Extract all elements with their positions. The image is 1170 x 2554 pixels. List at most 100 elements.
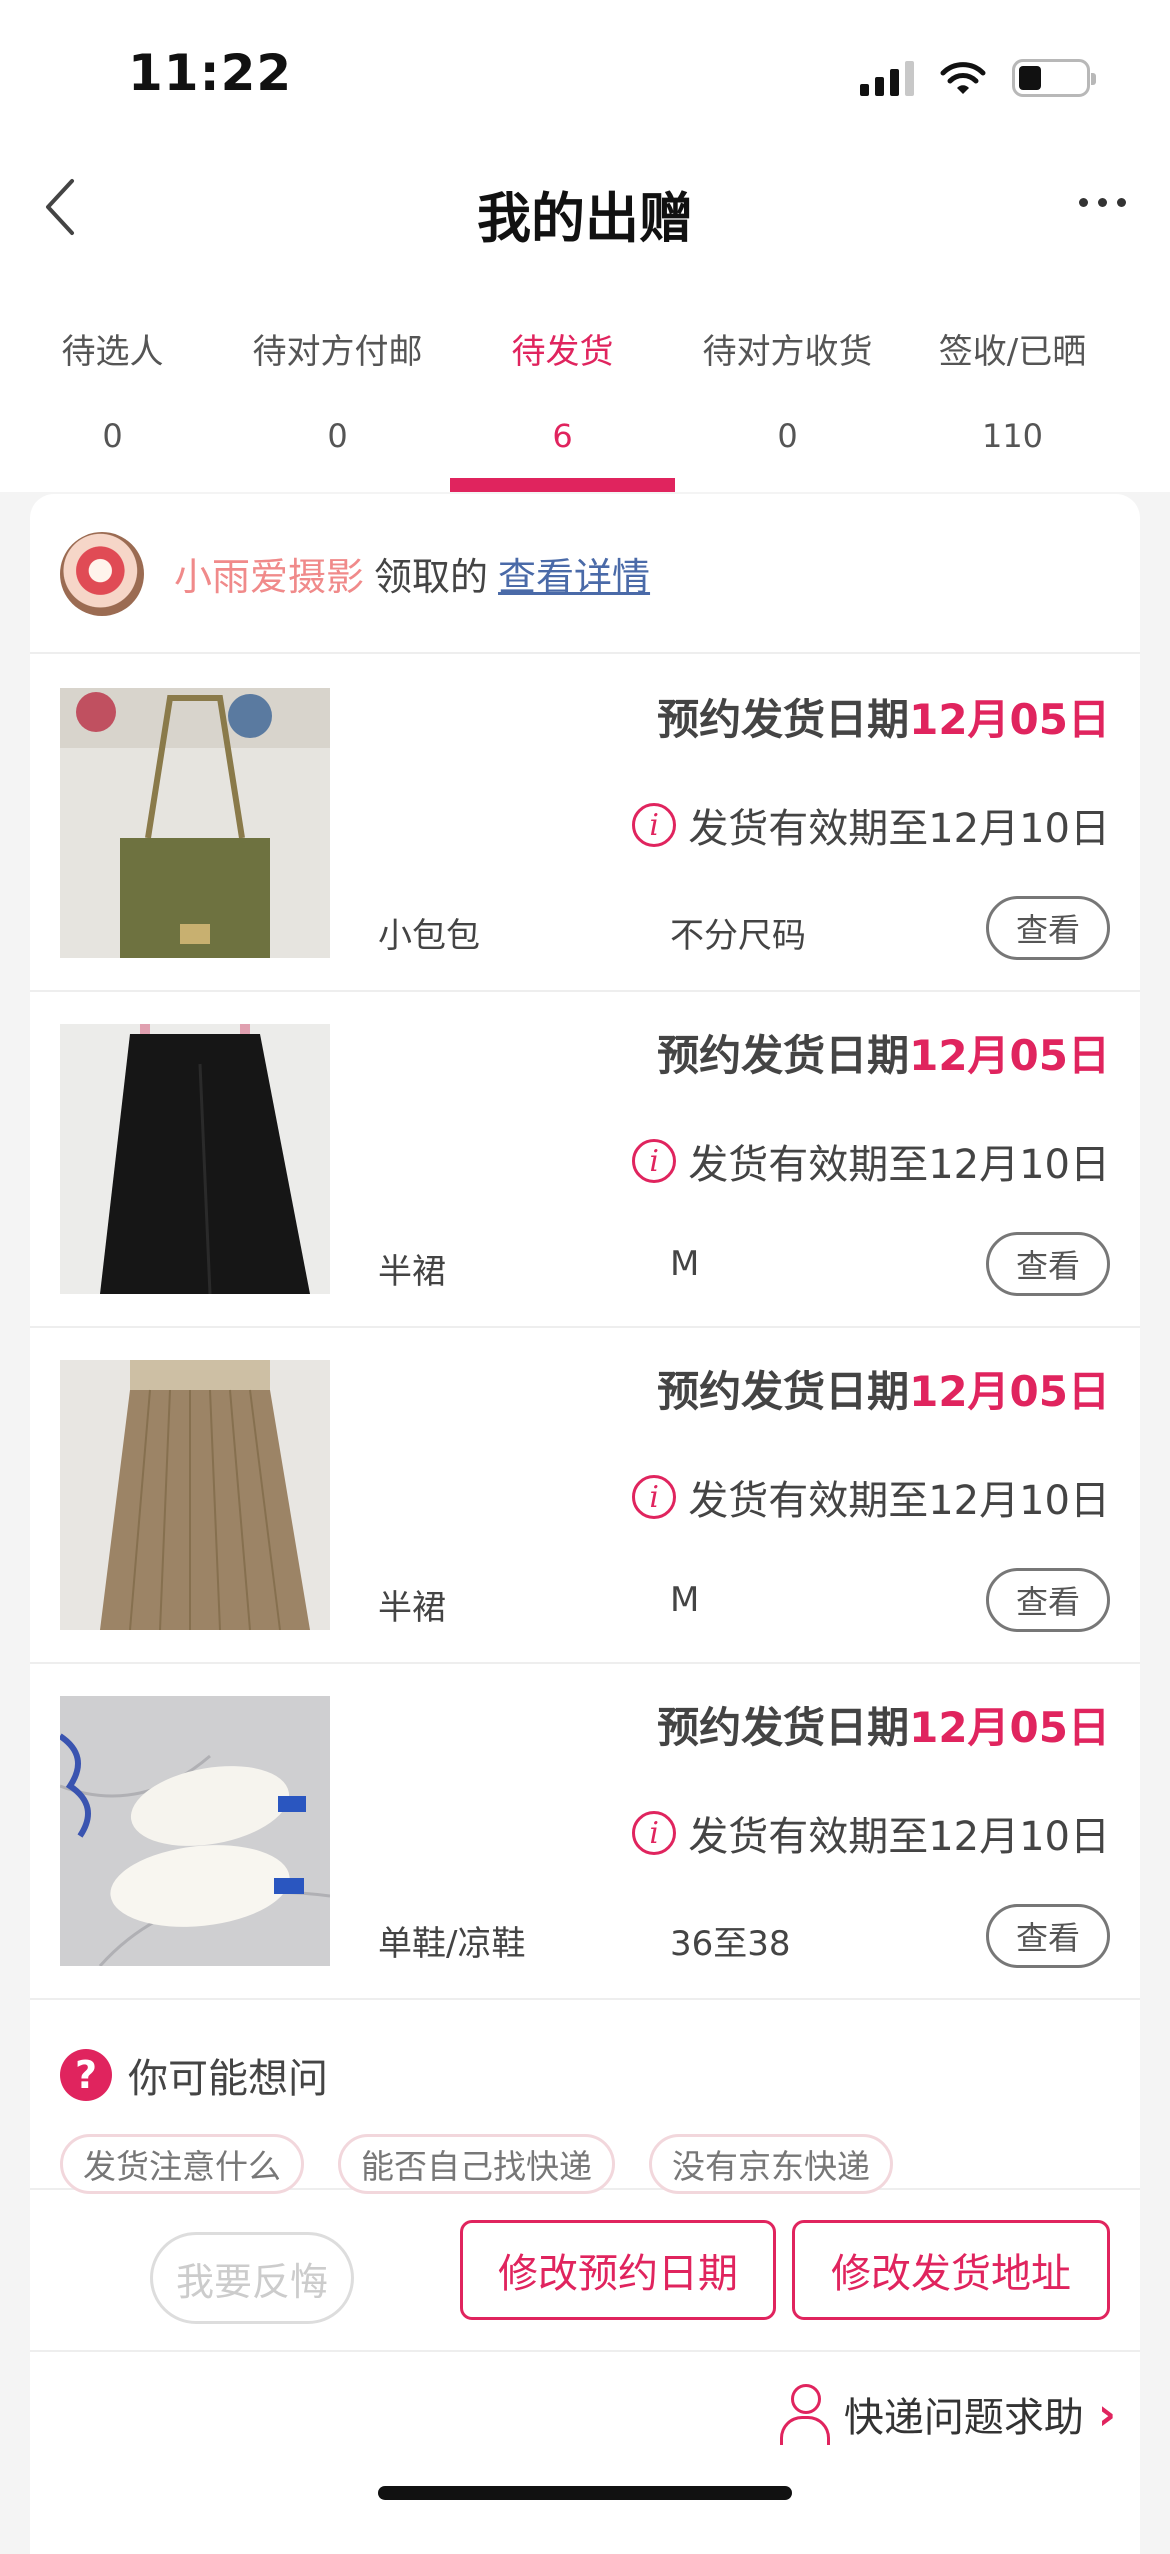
regret-button[interactable]: 我要反悔 bbox=[150, 2232, 354, 2324]
action-bar: 我要反悔 修改预约日期 修改发货地址 bbox=[30, 2192, 1140, 2352]
faq-section: ? 你可能想问 发货注意什么 能否自己找快递 没有京东快递 bbox=[30, 2000, 1140, 2194]
faq-chips: 发货注意什么 能否自己找快递 没有京东快递 bbox=[60, 2134, 893, 2194]
shipping-help-link[interactable]: 快递问题求助 › bbox=[778, 2384, 1116, 2445]
status-tabs: 待选人 0 待对方付邮 0 待发货 6 待对方收货 0 签收/已晒 110 bbox=[0, 320, 1170, 492]
list-item: 预约发货日期12月05日 i 发货有效期至12月10日 半裙 M 查看 bbox=[30, 1328, 1140, 1664]
view-button[interactable]: 查看 bbox=[986, 1904, 1110, 1968]
status-icons bbox=[860, 56, 1096, 100]
item-thumbnail[interactable] bbox=[60, 688, 330, 958]
view-button[interactable]: 查看 bbox=[986, 1232, 1110, 1296]
tab-pending-select[interactable]: 待选人 0 bbox=[0, 320, 225, 492]
view-button[interactable]: 查看 bbox=[986, 1568, 1110, 1632]
nav-bar: 我的出赠 bbox=[0, 150, 1170, 270]
scheduled-date-value: 12月05日 bbox=[909, 1703, 1110, 1752]
recipient-row: 小雨爱摄影 领取的 查看详情 bbox=[30, 494, 1140, 654]
tab-label: 待对方付邮 bbox=[252, 332, 423, 372]
item-size: 不分尺码 bbox=[670, 916, 806, 956]
top-area: 11:22 我的出赠 待选人 0 待对方付邮 0 待发货 6 待对方收货 0 签… bbox=[0, 0, 1170, 492]
tab-count: 6 bbox=[552, 417, 573, 455]
signal-icon bbox=[860, 60, 914, 96]
item-thumbnail[interactable] bbox=[60, 1024, 330, 1294]
scheduled-date-value: 12月05日 bbox=[909, 695, 1110, 744]
sneakers-photo-icon bbox=[60, 1696, 330, 1966]
info-icon: i bbox=[632, 803, 677, 847]
scheduled-date-value: 12月05日 bbox=[909, 1367, 1110, 1416]
item-name: 单鞋/凉鞋 bbox=[378, 1924, 526, 1964]
status-bar: 11:22 bbox=[0, 0, 1170, 150]
battery-icon bbox=[1012, 59, 1096, 97]
item-thumbnail[interactable] bbox=[60, 1696, 330, 1966]
faq-chip[interactable]: 能否自己找快递 bbox=[338, 2134, 615, 2194]
person-icon bbox=[778, 2384, 830, 2445]
chevron-right-icon: › bbox=[1097, 2388, 1116, 2440]
ship-deadline-text: 发货有效期至12月10日 bbox=[688, 1478, 1110, 1524]
ship-deadline: i 发货有效期至12月10日 bbox=[632, 796, 1110, 854]
scheduled-date: 预约发货日期12月05日 bbox=[657, 686, 1110, 747]
order-card: 小雨爱摄影 领取的 查看详情 预约发货日期12月05日 i 发货有效期至12月10日… bbox=[30, 494, 1140, 2554]
list-item: 预约发货日期12月05日 i 发货有效期至12月10日 单鞋/凉鞋 36至38 … bbox=[30, 1664, 1140, 2000]
scheduled-date-value: 12月05日 bbox=[909, 1031, 1110, 1080]
scheduled-date: 预约发货日期12月05日 bbox=[657, 1358, 1110, 1419]
more-button[interactable] bbox=[1079, 198, 1126, 207]
item-thumbnail[interactable] bbox=[60, 1360, 330, 1630]
info-icon: i bbox=[632, 1811, 677, 1855]
view-button[interactable]: 查看 bbox=[986, 896, 1110, 960]
ship-deadline-text: 发货有效期至12月10日 bbox=[688, 806, 1110, 852]
tab-pending-postage[interactable]: 待对方付邮 0 bbox=[225, 320, 450, 492]
item-name: 半裙 bbox=[378, 1588, 446, 1628]
info-icon: i bbox=[632, 1475, 677, 1519]
bag-photo-icon bbox=[60, 688, 330, 958]
tab-label: 待对方收货 bbox=[702, 332, 873, 372]
scheduled-date-label: 预约发货日期 bbox=[657, 1031, 910, 1080]
question-icon: ? bbox=[60, 2049, 112, 2101]
faq-title-text: 你可能想问 bbox=[128, 2056, 328, 2102]
ship-deadline: i 发货有效期至12月10日 bbox=[632, 1468, 1110, 1526]
home-indicator bbox=[378, 2486, 792, 2500]
tab-count: 110 bbox=[981, 417, 1044, 455]
page-title: 我的出赠 bbox=[477, 187, 693, 250]
item-size: M bbox=[670, 1580, 700, 1620]
help-row: 快递问题求助 › bbox=[30, 2354, 1140, 2474]
faq-chip[interactable]: 发货注意什么 bbox=[60, 2134, 304, 2194]
list-item: 预约发货日期12月05日 i 发货有效期至12月10日 小包包 不分尺码 查看 bbox=[30, 656, 1140, 992]
faq-chip[interactable]: 没有京东快递 bbox=[649, 2134, 893, 2194]
more-dot-icon bbox=[1079, 198, 1088, 207]
scheduled-date-label: 预约发货日期 bbox=[657, 695, 910, 744]
scheduled-date: 预约发货日期12月05日 bbox=[657, 1694, 1110, 1755]
ship-deadline-text: 发货有效期至12月10日 bbox=[688, 1814, 1110, 1860]
scheduled-date: 预约发货日期12月05日 bbox=[657, 1022, 1110, 1083]
avatar[interactable] bbox=[60, 532, 144, 616]
tab-pending-shipment[interactable]: 待发货 6 bbox=[450, 320, 675, 492]
item-name: 半裙 bbox=[378, 1252, 446, 1292]
tab-label: 签收/已晒 bbox=[938, 332, 1087, 372]
scheduled-date-label: 预约发货日期 bbox=[657, 1703, 910, 1752]
recipient-suffix: 领取的 bbox=[374, 555, 489, 599]
item-name: 小包包 bbox=[378, 916, 480, 956]
tab-received[interactable]: 签收/已晒 110 bbox=[900, 320, 1125, 492]
recipient-name[interactable]: 小雨爱摄影 bbox=[174, 555, 364, 599]
recipient-text: 小雨爱摄影 领取的 查看详情 bbox=[174, 546, 650, 601]
tab-count: 0 bbox=[102, 417, 123, 455]
faq-title: ? 你可能想问 bbox=[60, 2046, 328, 2104]
tab-count: 0 bbox=[777, 417, 798, 455]
tab-count: 0 bbox=[327, 417, 348, 455]
change-date-button[interactable]: 修改预约日期 bbox=[460, 2220, 776, 2320]
tab-label: 待选人 bbox=[61, 332, 164, 372]
info-icon: i bbox=[632, 1139, 677, 1183]
black-skirt-photo-icon bbox=[60, 1024, 330, 1294]
status-time: 11:22 bbox=[128, 44, 293, 102]
shipping-help-label: 快递问题求助 bbox=[843, 2395, 1084, 2441]
list-item: 预约发货日期12月05日 i 发货有效期至12月10日 半裙 M 查看 bbox=[30, 992, 1140, 1328]
view-details-link[interactable]: 查看详情 bbox=[498, 555, 650, 599]
ship-deadline: i 发货有效期至12月10日 bbox=[632, 1804, 1110, 1862]
change-address-button[interactable]: 修改发货地址 bbox=[792, 2220, 1110, 2320]
item-size: 36至38 bbox=[670, 1924, 791, 1964]
more-dot-icon bbox=[1117, 198, 1126, 207]
more-dot-icon bbox=[1098, 198, 1107, 207]
pleated-skirt-photo-icon bbox=[60, 1360, 330, 1630]
scheduled-date-label: 预约发货日期 bbox=[657, 1367, 910, 1416]
ship-deadline: i 发货有效期至12月10日 bbox=[632, 1132, 1110, 1190]
tab-pending-receipt[interactable]: 待对方收货 0 bbox=[675, 320, 900, 492]
ship-deadline-text: 发货有效期至12月10日 bbox=[688, 1142, 1110, 1188]
item-size: M bbox=[670, 1244, 700, 1284]
